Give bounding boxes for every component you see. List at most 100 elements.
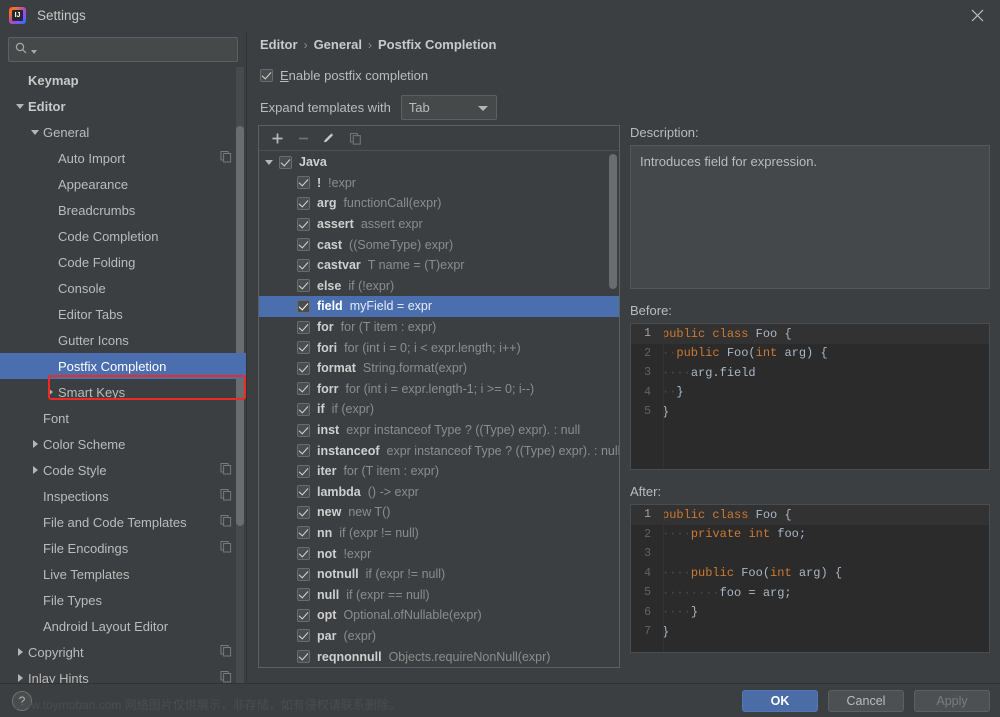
sidebar-item-postfix-completion[interactable]: Postfix Completion: [0, 353, 246, 379]
template-checkbox[interactable]: [297, 238, 310, 252]
template-row[interactable]: cast ((SomeType) expr): [259, 234, 619, 255]
template-row[interactable]: notnull if (expr != null): [259, 564, 619, 585]
cancel-button[interactable]: Cancel: [828, 690, 904, 712]
template-row[interactable]: iter for (T item : expr): [259, 461, 619, 482]
sidebar-item-general[interactable]: General: [0, 119, 246, 145]
template-row[interactable]: not !expr: [259, 543, 619, 564]
sidebar-item-auto-import[interactable]: Auto Import: [0, 145, 246, 171]
template-checkbox[interactable]: [297, 382, 310, 396]
enable-postfix-completion-checkbox[interactable]: [260, 69, 273, 82]
template-group-checkbox[interactable]: [279, 155, 292, 169]
sidebar-item-file-types[interactable]: File Types: [0, 587, 246, 613]
close-icon[interactable]: [954, 0, 1000, 31]
sidebar-item-live-templates[interactable]: Live Templates: [0, 561, 246, 587]
template-checkbox[interactable]: [297, 196, 310, 210]
template-checkbox[interactable]: [297, 217, 310, 231]
sidebar-item-appearance[interactable]: Appearance: [0, 171, 246, 197]
template-row[interactable]: ! !expr: [259, 173, 619, 194]
template-checkbox[interactable]: [297, 650, 310, 664]
settings-nav-tree[interactable]: Keymap Editor General Auto Import Appearance…: [0, 67, 246, 683]
template-row[interactable]: if if (expr): [259, 399, 619, 420]
sidebar-item-inspections[interactable]: Inspections: [0, 483, 246, 509]
sidebar-item-breadcrumbs[interactable]: Breadcrumbs: [0, 197, 246, 223]
template-checkbox[interactable]: [297, 299, 310, 313]
breadcrumb-item-general[interactable]: General: [314, 37, 362, 52]
template-row[interactable]: arg functionCall(expr): [259, 193, 619, 214]
search-box[interactable]: [8, 37, 238, 62]
expand-templates-label: Expand templates with: [260, 100, 391, 115]
template-checkbox[interactable]: [297, 402, 310, 416]
chevron-right-icon[interactable]: [12, 648, 28, 656]
template-row[interactable]: lambda () -> expr: [259, 482, 619, 503]
template-checkbox[interactable]: [297, 485, 310, 499]
sidebar-item-font[interactable]: Font: [0, 405, 246, 431]
template-checkbox[interactable]: [297, 279, 310, 293]
search-input[interactable]: [37, 42, 231, 57]
sidebar-item-editor[interactable]: Editor: [0, 93, 246, 119]
template-row[interactable]: par (expr): [259, 626, 619, 647]
template-row[interactable]: new new T(): [259, 502, 619, 523]
sidebar-item-gutter-icons[interactable]: Gutter Icons: [0, 327, 246, 353]
template-checkbox[interactable]: [297, 341, 310, 355]
template-row[interactable]: castvar T name = (T)expr: [259, 255, 619, 276]
sidebar-item-file-encodings[interactable]: File Encodings: [0, 535, 246, 561]
template-row[interactable]: fori for (int i = 0; i < expr.length; i++…: [259, 337, 619, 358]
sidebar-item-editor-tabs[interactable]: Editor Tabs: [0, 301, 246, 327]
sidebar-item-copyright[interactable]: Copyright: [0, 639, 246, 665]
ok-button[interactable]: OK: [742, 690, 818, 712]
template-row[interactable]: else if (!expr): [259, 276, 619, 297]
sidebar-item-file-and-code-templates[interactable]: File and Code Templates: [0, 509, 246, 535]
template-description: ((SomeType) expr): [349, 237, 454, 252]
template-row[interactable]: instanceof expr instanceof Type ? ((Type)…: [259, 440, 619, 461]
sidebar-item-inlay-hints[interactable]: Inlay Hints: [0, 665, 246, 683]
sidebar-item-code-style[interactable]: Code Style: [0, 457, 246, 483]
template-checkbox[interactable]: [297, 176, 310, 190]
template-checkbox[interactable]: [297, 567, 310, 581]
expand-templates-select[interactable]: Tab: [400, 95, 497, 120]
breadcrumb-item-editor[interactable]: Editor: [260, 37, 298, 52]
chevron-down-icon[interactable]: [265, 159, 279, 165]
template-row[interactable]: forr for (int i = expr.length-1; i >= 0; …: [259, 379, 619, 400]
template-row[interactable]: field myField = expr: [259, 296, 619, 317]
template-checkbox[interactable]: [297, 361, 310, 375]
template-checkbox[interactable]: [297, 608, 310, 622]
template-row[interactable]: reqnonnull Objects.requireNonNull(expr): [259, 646, 619, 667]
sidebar-item-android-layout-editor[interactable]: Android Layout Editor: [0, 613, 246, 639]
template-row[interactable]: assert assert expr: [259, 214, 619, 235]
chevron-right-icon[interactable]: [42, 388, 58, 396]
template-key: new: [317, 505, 342, 520]
template-checkbox[interactable]: [297, 423, 310, 437]
chevron-right-icon[interactable]: [27, 466, 43, 474]
template-checkbox[interactable]: [297, 526, 310, 540]
template-checkbox[interactable]: [297, 444, 310, 458]
sidebar-item-code-completion[interactable]: Code Completion: [0, 223, 246, 249]
template-checkbox[interactable]: [297, 588, 310, 602]
template-group-row[interactable]: Java: [259, 152, 619, 173]
sidebar-item-keymap[interactable]: Keymap: [0, 67, 246, 93]
template-row[interactable]: for for (T item : expr): [259, 317, 619, 338]
template-checkbox[interactable]: [297, 464, 310, 478]
template-row[interactable]: null if (expr == null): [259, 584, 619, 605]
template-row[interactable]: opt Optional.ofNullable(expr): [259, 605, 619, 626]
chevron-right-icon[interactable]: [12, 674, 28, 682]
template-checkbox[interactable]: [297, 320, 310, 334]
chevron-right-icon[interactable]: [27, 440, 43, 448]
sidebar-item-console[interactable]: Console: [0, 275, 246, 301]
enable-postfix-completion-row[interactable]: Enable postfix completion: [260, 68, 428, 83]
add-icon[interactable]: [265, 128, 289, 149]
sidebar-item-smart-keys[interactable]: Smart Keys: [0, 379, 246, 405]
template-row[interactable]: inst expr instanceof Type ? ((Type) expr)…: [259, 420, 619, 441]
template-checkbox[interactable]: [297, 629, 310, 643]
chevron-down-icon[interactable]: [27, 129, 43, 135]
templates-scrollbar-thumb[interactable]: [609, 154, 617, 289]
postfix-templates-list[interactable]: Java! !expr arg functionCall(expr) assert ass…: [259, 152, 619, 667]
template-row[interactable]: format String.format(expr): [259, 358, 619, 379]
template-checkbox[interactable]: [297, 505, 310, 519]
template-checkbox[interactable]: [297, 258, 310, 272]
edit-icon[interactable]: [317, 128, 341, 149]
sidebar-item-color-scheme[interactable]: Color Scheme: [0, 431, 246, 457]
template-row[interactable]: nn if (expr != null): [259, 523, 619, 544]
sidebar-item-code-folding[interactable]: Code Folding: [0, 249, 246, 275]
template-checkbox[interactable]: [297, 547, 310, 561]
chevron-down-icon[interactable]: [12, 103, 28, 109]
